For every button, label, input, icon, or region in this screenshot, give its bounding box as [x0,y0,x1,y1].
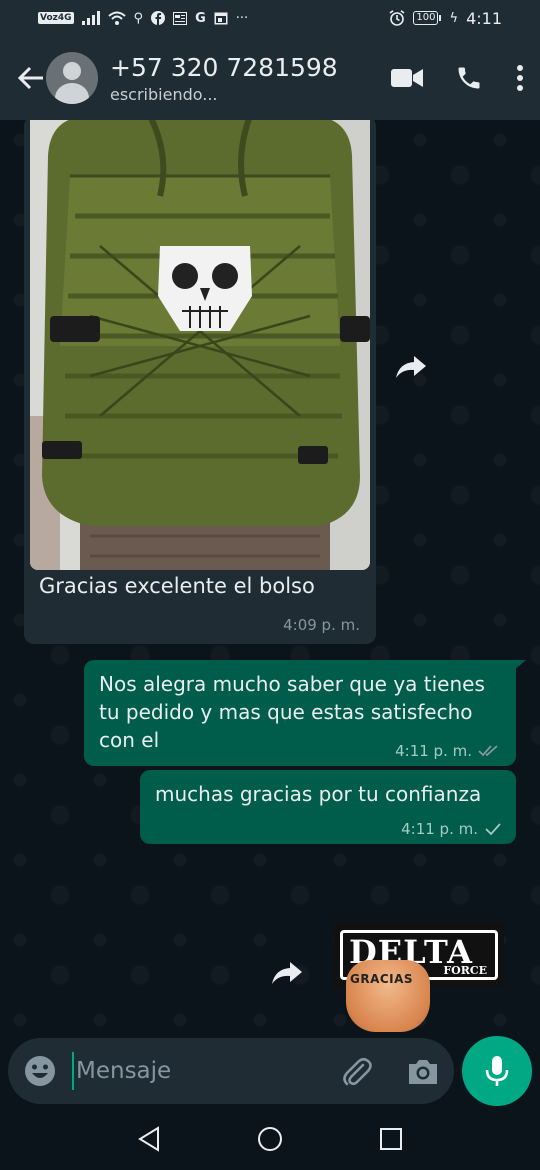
alarm-icon [389,10,405,26]
message-meta: 4:11 p. m. [395,742,502,760]
circle-home-icon [257,1127,282,1151]
phone-icon [458,67,480,89]
forward-button[interactable] [266,952,308,994]
menu-icon [517,65,523,91]
paperclip-icon [343,1057,372,1086]
image-caption: Gracias excelente el bolso [39,574,315,598]
usb-icon: ⚲ [133,10,144,26]
wifi-icon [107,11,126,25]
sticker-sub-text: FORCE [443,964,487,977]
backpack-photo[interactable] [30,120,370,570]
single-check-icon [485,823,501,836]
outgoing-message[interactable]: Nos alegra mucho saber que ya tienes tu … [84,660,516,766]
bubble-tail [512,660,526,672]
incoming-image-message[interactable]: Gracias excelente el bolso 4:09 p. m. [24,120,376,644]
message-composer: Mensaje [8,1038,454,1104]
nav-back-button[interactable] [137,1126,161,1156]
triangle-back-icon [138,1126,160,1152]
chat-area[interactable]: Gracias excelente el bolso 4:09 p. m. No… [0,120,540,1032]
square-recents-icon [379,1128,402,1150]
calendar-icon [214,12,228,25]
avatar-head [63,62,81,80]
forward-icon [396,356,426,378]
clock: 4:11 [466,8,502,28]
voice-call-button[interactable] [438,36,500,120]
forward-button[interactable] [390,346,432,388]
contact-info[interactable]: +57 320 7281598 escribiendo... [110,53,376,104]
video-call-button[interactable] [376,36,438,120]
charging-icon: ϟ [449,10,459,26]
video-call-icon [391,69,423,87]
voice-message-button[interactable] [462,1036,532,1106]
emoji-button[interactable] [22,1053,58,1089]
emoji-icon [25,1056,55,1086]
message-text: muchas gracias por tu confianza [155,782,482,806]
outgoing-message[interactable]: muchas gracias por tu confianza 4:11 p. … [140,770,516,844]
battery-indicator: 100 [413,11,442,25]
system-navigation-bar [0,1112,540,1170]
camera-button[interactable] [404,1053,442,1091]
message-meta: 4:11 p. m. [401,820,502,838]
news-icon [173,11,188,25]
status-right: 100 ϟ 4:11 [389,9,502,28]
chat-header: +57 320 7281598 escribiendo... [0,36,540,120]
message-time: 4:11 p. m. [401,820,478,838]
network-label: Voz4G [38,12,74,24]
contact-name: +57 320 7281598 [110,52,338,82]
nav-home-button[interactable] [256,1125,284,1157]
backpack-image [30,120,370,570]
typing-status: escribiendo... [110,84,218,104]
battery-level: 100 [413,11,439,25]
google-icon: G [195,10,206,26]
back-button[interactable] [0,36,50,120]
delta-force-sticker[interactable]: DELTA FORCE GRACIAS [332,920,506,1032]
avatar-body [55,83,89,104]
forward-icon [272,962,302,984]
double-check-icon [478,745,498,757]
message-time: 4:11 p. m. [395,742,472,760]
nav-recents-button[interactable] [379,1127,403,1155]
status-left: Voz4G ⚲ G ··· [38,11,248,25]
attach-button[interactable] [338,1053,376,1091]
more-dots-icon: ··· [235,10,249,26]
fist-icon [346,960,430,1032]
status-bar: Voz4G ⚲ G ··· 100 ϟ 4:11 [0,0,540,36]
battery-tip [439,15,442,21]
message-input[interactable]: Mensaje [72,1052,312,1090]
avatar[interactable] [46,52,98,104]
camera-icon [409,1060,437,1084]
facebook-icon [151,11,166,25]
message-time: 4:09 p. m. [283,616,360,634]
microphone-icon [485,1056,509,1086]
menu-button[interactable] [500,36,540,120]
signal-icon [81,11,100,25]
back-arrow-icon [17,66,43,90]
sticker-thanks-text: GRACIAS [350,972,414,986]
